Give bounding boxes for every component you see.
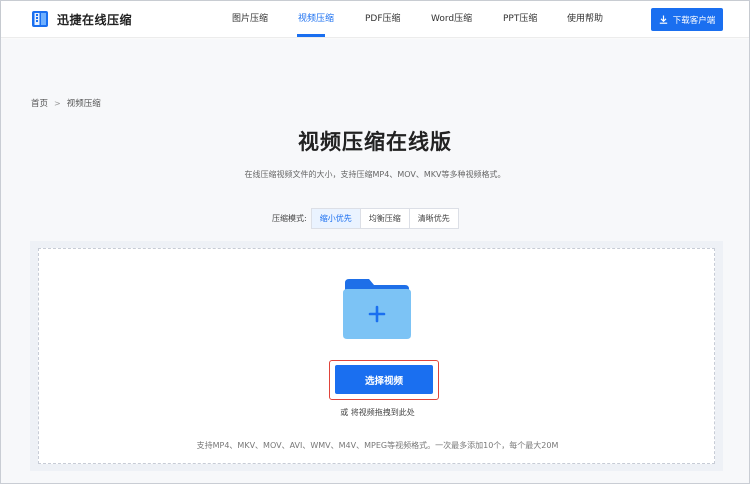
compression-mode-selector: 压缩模式: 缩小优先 均衡压缩 清晰优先 [272,208,459,229]
mode-option-clarity[interactable]: 清晰优先 [408,208,459,229]
breadcrumb-current: 视频压缩 [66,99,101,109]
upload-dropzone[interactable]: 选择视频 或 将视频拖拽到此处 支持MP4、MKV、MOV、AVI、WMV、M4… [38,248,715,464]
brand-logo[interactable]: 迅捷在线压缩 [31,10,132,28]
select-video-button[interactable]: 选择视频 [335,365,433,394]
folder-plus-icon[interactable] [343,277,411,339]
download-client-label: 下载客户端 [672,15,716,26]
page-subtitle: 在线压缩视频文件的大小，支持压缩MP4、MOV、MKV等多种视频格式。 [244,170,506,179]
compression-mode-label: 压缩模式: [272,214,307,223]
main-content: 首页 > 视频压缩 视频压缩在线版 在线压缩视频文件的大小，支持压缩MP4、MO… [1,39,749,483]
download-icon [659,15,668,24]
download-client-button[interactable]: 下载客户端 [651,8,723,31]
active-tab-indicator [297,34,325,37]
nav-item-image[interactable]: 图片压缩 [232,14,268,25]
mode-option-smaller[interactable]: 缩小优先 [310,208,361,229]
nav-item-video[interactable]: 视频压缩 [298,14,334,25]
upload-panel: 选择视频 或 将视频拖拽到此处 支持MP4、MKV、MOV、AVI、WMV、M4… [30,241,723,471]
nav-item-word[interactable]: Word压缩 [431,14,472,25]
breadcrumb-separator: > [54,98,61,108]
page-title: 视频压缩在线版 [298,130,452,154]
nav-item-pdf[interactable]: PDF压缩 [365,14,401,25]
supported-formats-text: 支持MP4、MKV、MOV、AVI、WMV、M4V、MPEG等视频格式。一次最多… [196,441,559,450]
nav-item-help[interactable]: 使用帮助 [567,14,603,25]
breadcrumb: 首页 > 视频压缩 [31,97,101,110]
drop-hint: 或 将视频拖拽到此处 [340,408,415,417]
brand-name: 迅捷在线压缩 [57,12,133,27]
mode-option-balanced[interactable]: 均衡压缩 [359,208,410,229]
nav-item-ppt[interactable]: PPT压缩 [503,14,537,25]
logo-icon [31,10,49,28]
top-header: 迅捷在线压缩 图片压缩 视频压缩 PDF压缩 Word压缩 PPT压缩 使用帮助… [1,1,749,38]
breadcrumb-home[interactable]: 首页 [31,97,48,109]
